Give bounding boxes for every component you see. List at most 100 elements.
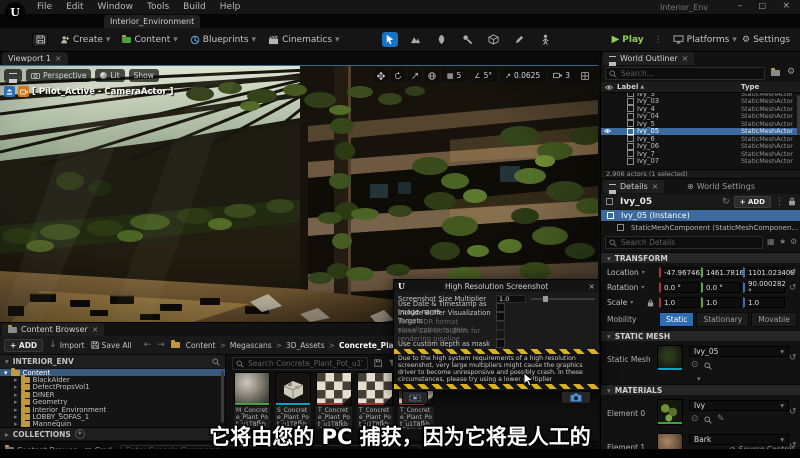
close-icon[interactable]: × (652, 182, 659, 191)
checkbox[interactable] (496, 312, 505, 321)
menu-window[interactable]: Window (91, 2, 141, 12)
viewport-tab[interactable]: Viewport 1 × (2, 52, 68, 65)
location-x-field[interactable]: -47.967462 (659, 267, 699, 278)
kebab-icon[interactable]: ⋮ (775, 197, 784, 207)
new-folder-icon[interactable] (771, 69, 780, 79)
column-type[interactable]: Type (741, 83, 759, 91)
add-asset-button[interactable]: + ADD (4, 339, 43, 352)
breadcrumb-item[interactable]: Megascans (230, 341, 272, 350)
close-icon[interactable]: × (55, 54, 62, 63)
multiplier-value-field[interactable] (496, 295, 526, 303)
details-tab[interactable]: Details × (603, 180, 664, 193)
capture-region-button[interactable] (402, 391, 428, 404)
eject-pilot-icon[interactable] (4, 86, 15, 97)
sources-header[interactable]: ▾ INTERIOR_ENV (0, 355, 225, 368)
content-button[interactable]: Content ▾ (116, 31, 183, 49)
eye-icon[interactable] (603, 128, 612, 134)
component-row-selected[interactable]: Ivy_05 (Instance) (601, 210, 800, 221)
eye-icon[interactable] (604, 84, 614, 91)
scale-label[interactable]: Scale▾ (607, 298, 645, 307)
mesh-paint-mode-button[interactable] (460, 32, 476, 47)
save-search-icon[interactable] (374, 359, 382, 370)
viewport-lit-menu[interactable]: Lit (95, 69, 124, 82)
favorites-star-icon[interactable]: ★ (779, 237, 786, 246)
minimize-button[interactable]: – (738, 1, 743, 11)
multiplier-slider[interactable] (531, 298, 595, 300)
world-outliner-tab[interactable]: World Outliner × (603, 52, 694, 65)
grid-snap-toggle[interactable]: ▦ 5 (442, 69, 466, 82)
scale-x-field[interactable]: 1.0 (659, 297, 699, 308)
reset-location-icon[interactable]: ↺ (789, 268, 797, 278)
checkbox[interactable] (496, 303, 505, 312)
reset-material-icon[interactable]: ↺ (789, 407, 797, 417)
take-screenshot-button[interactable] (561, 391, 591, 404)
column-label[interactable]: Label (617, 83, 638, 91)
browse-to-icon[interactable] (704, 416, 712, 424)
mobility-static-button[interactable]: Static (659, 312, 694, 327)
browse-to-icon[interactable] (704, 362, 712, 370)
blueprints-button[interactable]: Blueprints ▾ (184, 31, 262, 49)
world-settings-tab[interactable]: ⊕ World Settings (687, 182, 755, 191)
outliner-settings-icon[interactable]: ⚙ (787, 67, 795, 77)
foliage-mode-button[interactable] (434, 32, 450, 47)
outliner-column-headers[interactable]: Label ▲ Type (601, 82, 800, 93)
add-collection-icon[interactable]: + (75, 429, 85, 439)
rotation-y-field[interactable]: 0.0 ° (701, 282, 741, 293)
import-button[interactable]: ↓ Import (49, 340, 84, 350)
menu-help[interactable]: Help (213, 2, 248, 12)
world-space-toggle[interactable] (425, 69, 439, 82)
location-y-field[interactable]: 1461.78166 (701, 267, 741, 278)
tree-scrollbar[interactable] (221, 371, 224, 423)
search-icon[interactable] (212, 358, 220, 366)
material0-dropdown[interactable]: Ivy ▾ (689, 400, 789, 411)
expand-section-icon[interactable]: ▾ (697, 375, 701, 383)
landscape-mode-button[interactable] (408, 32, 424, 47)
asset-search-input[interactable] (232, 357, 368, 370)
scale-y-field[interactable]: 1.0 (701, 297, 741, 308)
edit-material-icon[interactable]: ✎ (717, 414, 725, 424)
rotation-x-field[interactable]: 0.0 ° (659, 282, 699, 293)
component-row[interactable]: StaticMeshComponent (StaticMeshComponent… (601, 222, 800, 233)
back-button[interactable]: ← (144, 340, 152, 350)
platforms-button[interactable]: Platforms ▾ (667, 31, 743, 49)
use-selected-icon[interactable]: ⊙ (691, 360, 699, 370)
settings-button[interactable]: ⚙ Settings (736, 31, 796, 49)
animation-mode-button[interactable] (538, 32, 554, 47)
staticmesh-thumbnail[interactable] (657, 345, 683, 371)
brush-edit-mode-button[interactable] (512, 32, 528, 47)
details-settings-icon[interactable]: ⚙ (790, 237, 797, 246)
select-mode-button[interactable] (382, 32, 398, 47)
viewport-perspective-menu[interactable]: Perspective (26, 69, 91, 82)
forward-button[interactable]: → (157, 340, 165, 350)
rotate-tool-button[interactable] (391, 69, 405, 82)
menu-file[interactable]: File (30, 2, 59, 12)
scale-z-field[interactable]: 1.0 (743, 297, 785, 308)
rotation-label[interactable]: Rotation▾ (607, 283, 657, 292)
reset-rotation-icon[interactable]: ↺ (789, 283, 797, 293)
outliner-row[interactable]: Ivy_07StaticMeshActor (601, 158, 800, 166)
create-button[interactable]: Create ▾ (54, 31, 116, 49)
close-icon[interactable]: × (682, 54, 689, 63)
checkbox[interactable] (496, 339, 505, 348)
breadcrumb-item[interactable]: 3D_Assets (286, 341, 325, 350)
menu-edit[interactable]: Edit (59, 2, 90, 12)
breadcrumb-item[interactable]: Content (186, 341, 216, 350)
rotation-snap-toggle[interactable]: ∠ 5° (469, 69, 497, 82)
reset-staticmesh-icon[interactable]: ↺ (789, 353, 797, 363)
rotation-z-field[interactable]: 90.000282 ° (743, 282, 785, 293)
scale-tool-button[interactable] (408, 69, 422, 82)
details-search-input[interactable] (605, 236, 763, 249)
scale-lock-icon[interactable] (647, 299, 654, 307)
material-thumbnail-ivy[interactable] (657, 399, 683, 425)
menu-tools[interactable]: Tools (140, 2, 176, 12)
lock-icon[interactable] (788, 197, 796, 206)
staticmesh-dropdown[interactable]: Ivy_05 ▾ (689, 346, 789, 357)
menu-build[interactable]: Build (176, 2, 213, 12)
collections-header[interactable]: ▸ COLLECTIONS + (0, 427, 226, 440)
save-all-button[interactable]: Save All (91, 341, 132, 350)
details-grid-icon[interactable]: ▦ (767, 237, 775, 246)
dialog-close-button[interactable]: × (588, 282, 595, 291)
transform-section-header[interactable]: ▾ TRANSFORM (601, 252, 800, 263)
close-button[interactable]: × (782, 1, 790, 11)
cycle-icon[interactable]: ↻ (722, 197, 730, 207)
